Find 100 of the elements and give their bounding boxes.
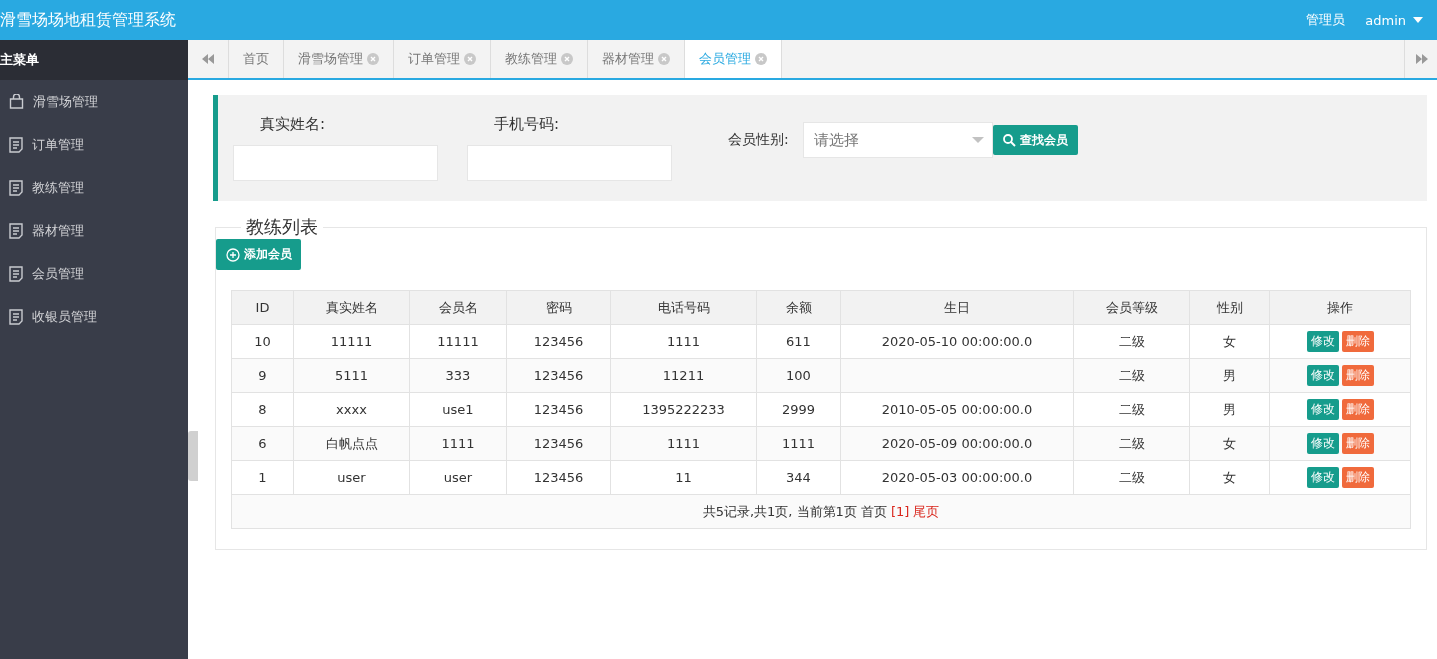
table-cell: 1111 [610, 324, 757, 359]
table-cell: 二级 [1073, 324, 1190, 359]
field-label: 真实姓名: [259, 115, 327, 134]
edit-button[interactable]: 修改 [1306, 331, 1339, 352]
first-page-link[interactable]: 首页 [860, 503, 887, 519]
table-cell: 6 [231, 426, 294, 461]
table-cell: 男 [1189, 392, 1270, 427]
column-header: 生日 [840, 290, 1074, 325]
panel-legend: 教练列表 [241, 215, 323, 239]
table-cell: xxxx [293, 392, 410, 427]
delete-button[interactable]: 删除 [1341, 365, 1374, 386]
table-cell: 333 [409, 358, 507, 393]
table-cell: 10 [231, 324, 294, 359]
column-header: 余额 [756, 290, 841, 325]
last-page-link[interactable]: 尾页 [913, 503, 940, 519]
table-cell: 9 [231, 358, 294, 393]
double-left-icon [202, 54, 214, 64]
edit-button[interactable]: 修改 [1306, 433, 1339, 454]
tab[interactable]: 首页 [229, 40, 284, 78]
plus-circle-icon [226, 247, 240, 262]
sidebar-title: 主菜单 [0, 51, 39, 69]
search-icon [1002, 133, 1016, 147]
table-cell: 123456 [506, 324, 611, 359]
table-cell: 二级 [1073, 460, 1190, 495]
tab[interactable]: 订单管理 [394, 40, 491, 78]
delete-button[interactable]: 删除 [1341, 331, 1374, 352]
table-cell: 1395222233 [610, 392, 757, 427]
table-cell: 女 [1189, 426, 1270, 461]
page-number-link[interactable]: [1] [890, 503, 910, 519]
role-link[interactable]: 管理员 [1306, 11, 1346, 29]
close-icon[interactable] [561, 53, 573, 65]
sidebar-item[interactable]: 收银员管理 [0, 295, 188, 338]
table-cell: 344 [756, 460, 841, 495]
table-cell: 2010-05-05 00:00:00.0 [840, 392, 1074, 427]
dropdown-caret-icon [971, 137, 984, 143]
document-icon [9, 265, 23, 282]
column-header: 电话号码 [610, 290, 757, 325]
table-cell: 2020-05-09 00:00:00.0 [840, 426, 1074, 461]
table-cell: 123456 [506, 358, 611, 393]
table-cell: 女 [1189, 324, 1270, 359]
table-cell: use1 [409, 392, 507, 427]
table-cell: 123456 [506, 460, 611, 495]
table-cell: 11211 [610, 358, 757, 393]
select-field[interactable]: 请选择 [802, 122, 993, 158]
close-icon[interactable] [367, 53, 379, 65]
bag-icon [9, 94, 24, 109]
sidebar-item[interactable]: 教练管理 [0, 166, 188, 209]
delete-button[interactable]: 删除 [1341, 433, 1374, 454]
table-cell: 8 [231, 392, 294, 427]
tab[interactable]: 滑雪场管理 [284, 40, 394, 78]
document-icon [9, 179, 23, 196]
table-cell: 1111 [756, 426, 841, 461]
sidebar-item[interactable]: 器材管理 [0, 209, 188, 252]
document-icon [9, 136, 23, 153]
delete-button[interactable]: 删除 [1341, 399, 1374, 420]
table-cell: 611 [756, 324, 841, 359]
table-cell: 5111 [293, 358, 410, 393]
table-cell: user [293, 460, 410, 495]
edit-button[interactable]: 修改 [1306, 365, 1339, 386]
table-cell: 二级 [1073, 358, 1190, 393]
table-cell: 11111 [293, 324, 410, 359]
table-cell: 二级 [1073, 392, 1190, 427]
pagination-summary: 共5记录,共1页, 当前第1页 [702, 503, 857, 519]
input-field[interactable] [233, 145, 438, 181]
table-cell: 2999 [756, 392, 841, 427]
table-cell: 男 [1189, 358, 1270, 393]
close-icon[interactable] [464, 53, 476, 65]
add-button[interactable]: 添加会员 [216, 239, 301, 270]
edit-button[interactable]: 修改 [1306, 467, 1339, 488]
table-cell: 1111 [610, 426, 757, 461]
table-cell: 白帆点点 [293, 426, 410, 461]
table-cell: 100 [756, 358, 841, 393]
table-cell: 女 [1189, 460, 1270, 495]
caret-icon [1413, 17, 1423, 23]
table-cell: 123456 [506, 426, 611, 461]
tab[interactable]: 教练管理 [491, 40, 588, 78]
table-cell: 11111 [409, 324, 507, 359]
tab[interactable]: 会员管理 [685, 40, 782, 78]
table-cell: 2020-05-03 00:00:00.0 [840, 460, 1074, 495]
table-cell: 二级 [1073, 426, 1190, 461]
user-menu[interactable]: admin [1365, 12, 1423, 28]
table-cell: 2020-05-10 00:00:00.0 [840, 324, 1074, 359]
collapse-handle[interactable] [188, 431, 198, 481]
close-icon[interactable] [658, 53, 670, 65]
app-title: 滑雪场场地租赁管理系统 [0, 9, 176, 31]
column-header: ID [231, 290, 294, 325]
document-icon [9, 222, 23, 239]
table-cell: 1111 [409, 426, 507, 461]
search-button[interactable]: 查找会员 [992, 125, 1078, 155]
input-field[interactable] [467, 145, 672, 181]
column-header: 真实姓名 [293, 290, 410, 325]
edit-button[interactable]: 修改 [1306, 399, 1339, 420]
sidebar-item[interactable]: 滑雪场管理 [0, 80, 188, 123]
sidebar-item[interactable]: 订单管理 [0, 123, 188, 166]
close-icon[interactable] [755, 53, 767, 65]
delete-button[interactable]: 删除 [1341, 467, 1374, 488]
table-cell: 123456 [506, 392, 611, 427]
field-label: 手机号码: [493, 115, 561, 134]
sidebar-item[interactable]: 会员管理 [0, 252, 188, 295]
field-label: 会员性别: [728, 131, 789, 149]
